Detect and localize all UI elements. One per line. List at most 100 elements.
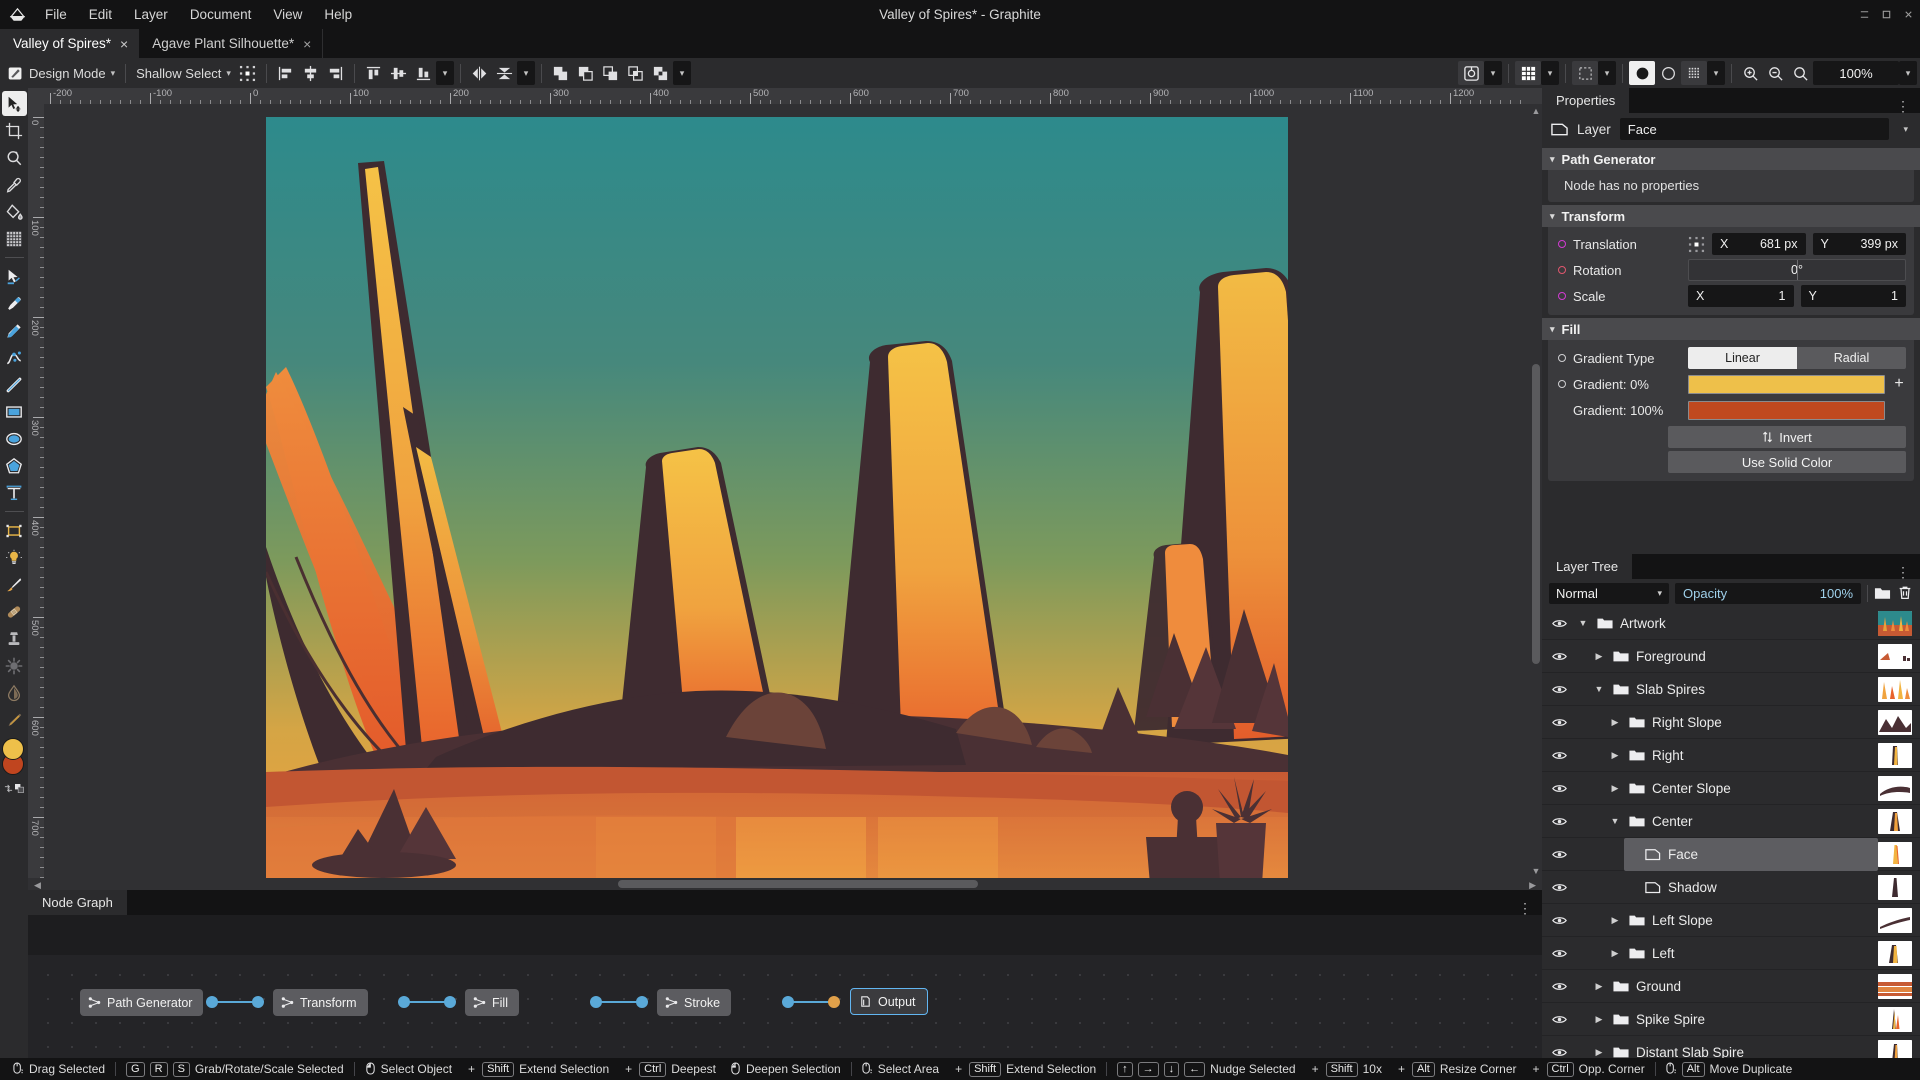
- rotation-slider[interactable]: 0°: [1688, 259, 1906, 281]
- parameter-connector-dot[interactable]: [1558, 266, 1566, 274]
- blend-mode-select[interactable]: Normal ▾: [1549, 582, 1669, 604]
- flip-horizontal-icon[interactable]: [467, 61, 492, 85]
- freehand-tool[interactable]: [2, 318, 27, 343]
- expand-chevron-right-icon[interactable]: ▶: [1592, 651, 1606, 662]
- menu-view[interactable]: View: [262, 0, 313, 29]
- transform-pivot-icon[interactable]: [235, 61, 260, 85]
- horizontal-scroll-thumb[interactable]: [618, 880, 978, 888]
- boolean-options-dropdown[interactable]: ▾: [672, 61, 691, 85]
- visibility-eye-icon[interactable]: [1542, 1047, 1576, 1058]
- parameter-connector-dot[interactable]: [1558, 380, 1566, 388]
- layer-tree-row[interactable]: ▶ Left: [1542, 937, 1920, 970]
- menu-edit[interactable]: Edit: [78, 0, 123, 29]
- fill-tool[interactable]: [2, 199, 27, 224]
- visibility-eye-icon[interactable]: [1542, 981, 1576, 992]
- align-middle-vertical-icon[interactable]: [386, 61, 411, 85]
- menu-document[interactable]: Document: [179, 0, 263, 29]
- zoom-in-icon[interactable]: [1738, 61, 1763, 85]
- grid-options-dropdown[interactable]: ▾: [1541, 61, 1559, 85]
- add-gradient-stop-button[interactable]: +: [1892, 375, 1906, 393]
- layer-tree-row[interactable]: ▶ Right: [1542, 739, 1920, 772]
- snapping-toggle[interactable]: [1572, 61, 1598, 85]
- layer-row-body[interactable]: ▶ Ground: [1592, 970, 1878, 1003]
- section-fill-header[interactable]: ▾ Fill: [1542, 318, 1920, 340]
- translation-y-input[interactable]: Y 399 px: [1812, 233, 1906, 255]
- color-swatches[interactable]: [1, 738, 27, 778]
- primary-color-swatch[interactable]: [2, 738, 24, 760]
- align-left-icon[interactable]: [273, 61, 298, 85]
- spline-tool[interactable]: [2, 345, 27, 370]
- close-icon[interactable]: [1902, 9, 1914, 21]
- layer-tree-row[interactable]: ▶ Distant Slab Spire: [1542, 1036, 1920, 1058]
- new-folder-icon[interactable]: [1874, 586, 1891, 601]
- layer-row-body[interactable]: Shadow: [1624, 871, 1878, 904]
- visibility-eye-icon[interactable]: [1542, 948, 1576, 959]
- collapse-chevron-down-icon[interactable]: ▼: [1592, 684, 1606, 694]
- boolean-intersect-icon[interactable]: [623, 61, 648, 85]
- tab-node-graph[interactable]: Node Graph: [28, 890, 127, 915]
- navigate-tool[interactable]: [2, 145, 27, 170]
- align-top-icon[interactable]: [361, 61, 386, 85]
- visibility-eye-icon[interactable]: [1542, 1014, 1576, 1025]
- heal-tool[interactable]: [2, 599, 27, 624]
- visibility-eye-icon[interactable]: [1542, 651, 1576, 662]
- scroll-down-arrow-icon[interactable]: ▼: [1532, 866, 1541, 876]
- canvas-viewport[interactable]: [44, 104, 1530, 878]
- menu-help[interactable]: Help: [313, 0, 363, 29]
- brush-tool[interactable]: [2, 572, 27, 597]
- collapse-chevron-down-icon[interactable]: ▼: [1608, 816, 1622, 826]
- node-graph-options-dropdown[interactable]: ▾: [1484, 61, 1502, 85]
- rectangle-tool[interactable]: [2, 399, 27, 424]
- visibility-eye-icon[interactable]: [1542, 882, 1576, 893]
- minimize-icon[interactable]: [1858, 9, 1870, 21]
- scroll-left-arrow-icon[interactable]: ◀: [34, 880, 41, 891]
- horizontal-scrollbar[interactable]: ◀ ▶: [28, 878, 1542, 890]
- layer-row-body[interactable]: ▶ Right Slope: [1608, 706, 1878, 739]
- layer-tree-menu-icon[interactable]: ⋮: [1896, 565, 1910, 579]
- menu-layer[interactable]: Layer: [123, 0, 179, 29]
- zoom-level-input[interactable]: 100%: [1813, 61, 1899, 85]
- layer-dropdown-chevron-down-icon[interactable]: ▾: [1898, 124, 1913, 135]
- align-options-dropdown[interactable]: ▾: [435, 61, 454, 85]
- layer-tree-row[interactable]: ▶ Left Slope: [1542, 904, 1920, 937]
- trash-icon[interactable]: [1897, 585, 1913, 601]
- visibility-eye-icon[interactable]: [1542, 618, 1576, 629]
- align-bottom-icon[interactable]: [411, 61, 436, 85]
- clone-tool[interactable]: [2, 626, 27, 651]
- pen-tool[interactable]: [2, 291, 27, 316]
- view-mode-outline-icon[interactable]: [1655, 61, 1681, 85]
- default-colors-icon[interactable]: [15, 784, 24, 793]
- collapse-chevron-down-icon[interactable]: ▼: [1576, 618, 1590, 628]
- visibility-eye-icon[interactable]: [1542, 783, 1576, 794]
- gradient-tool[interactable]: [2, 226, 27, 251]
- detail-tool[interactable]: [2, 680, 27, 705]
- boolean-difference-icon[interactable]: [648, 61, 673, 85]
- gradient-stop-0-color-swatch[interactable]: [1688, 374, 1885, 394]
- text-tool[interactable]: [2, 480, 27, 505]
- gradient-stop-100-color-swatch[interactable]: [1688, 400, 1885, 420]
- align-center-horizontal-icon[interactable]: [298, 61, 323, 85]
- layer-row-body[interactable]: ▶ Center Slope: [1608, 772, 1878, 805]
- parameter-connector-dot[interactable]: [1558, 292, 1566, 300]
- grid-toggle[interactable]: [1515, 61, 1541, 85]
- layer-tree-row[interactable]: ▶ Right Slope: [1542, 706, 1920, 739]
- tab-close-icon[interactable]: ×: [303, 37, 311, 51]
- line-tool[interactable]: [2, 372, 27, 397]
- layer-row-body[interactable]: ▶ Spike Spire: [1592, 1003, 1878, 1036]
- layer-row-body[interactable]: ▼ Slab Spires: [1592, 673, 1878, 706]
- node-input-port-output[interactable]: [828, 996, 840, 1008]
- tab-close-icon[interactable]: ×: [120, 37, 128, 51]
- layer-name-input[interactable]: Face: [1619, 118, 1890, 140]
- parameter-connector-dot[interactable]: [1558, 354, 1566, 362]
- polygon-tool[interactable]: [2, 453, 27, 478]
- visibility-eye-icon[interactable]: [1542, 750, 1576, 761]
- scroll-right-arrow-icon[interactable]: ▶: [1529, 880, 1536, 891]
- snapping-options-dropdown[interactable]: ▾: [1598, 61, 1616, 85]
- path-select-tool[interactable]: [2, 264, 27, 289]
- node-graph-toggle[interactable]: [1458, 61, 1484, 85]
- section-transform-header[interactable]: ▾ Transform: [1542, 205, 1920, 227]
- swap-colors-icon[interactable]: [4, 784, 13, 793]
- vertical-ruler[interactable]: 0 100 200 300 400 500 600 700: [28, 104, 44, 878]
- layer-row-body[interactable]: ▶ Left: [1608, 937, 1878, 970]
- zoom-reset-icon[interactable]: [1788, 61, 1813, 85]
